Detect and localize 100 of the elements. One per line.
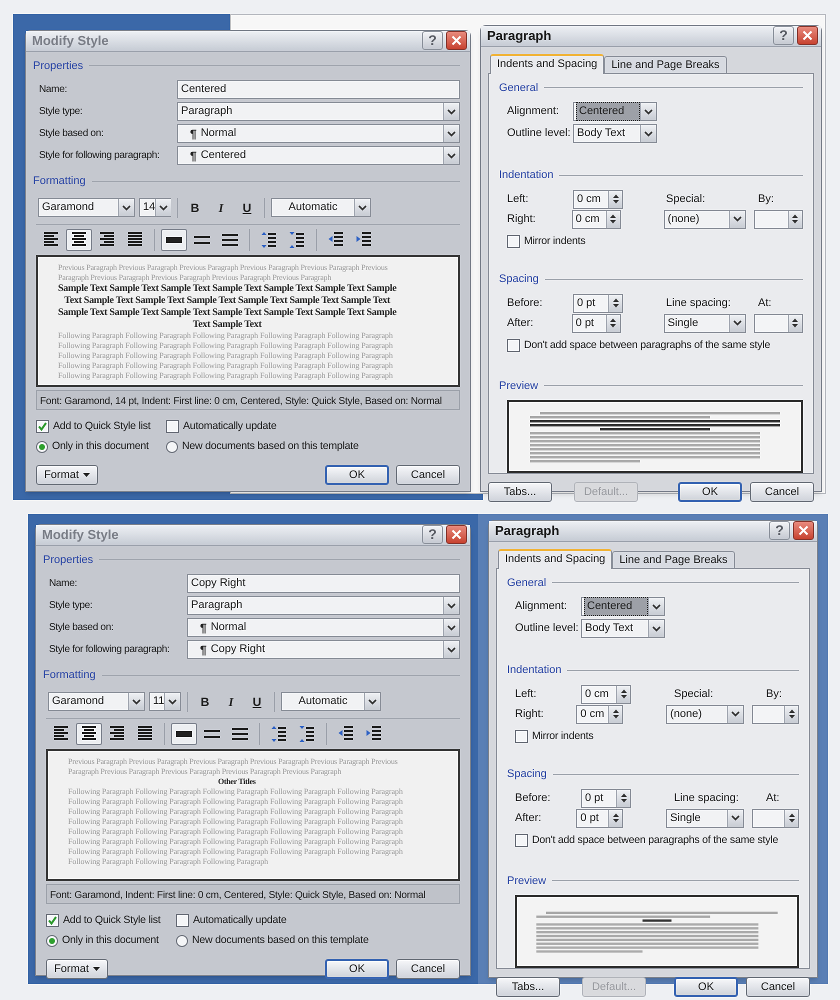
font-size-dropdown[interactable]: 11 — [149, 692, 181, 711]
alignment-dropdown[interactable]: Centered — [581, 597, 665, 616]
left-indent-spinner[interactable]: 0 cm — [581, 684, 631, 704]
special-dropdown[interactable]: (none) — [664, 210, 746, 228]
outline-level-dropdown[interactable]: Body Text — [581, 619, 665, 638]
close-button[interactable] — [793, 521, 814, 540]
cancel-button[interactable]: Cancel — [396, 465, 460, 485]
align-center-button[interactable] — [76, 722, 102, 744]
name-field[interactable]: Copy Right — [187, 574, 460, 593]
ok-button[interactable]: OK — [325, 465, 389, 485]
close-icon — [451, 35, 462, 46]
checkbox[interactable] — [176, 914, 189, 927]
close-button[interactable] — [446, 525, 467, 544]
chevron-down-icon — [447, 624, 456, 630]
single-spacing-button[interactable] — [171, 722, 197, 744]
bold-button[interactable]: B — [184, 198, 206, 218]
check-icon — [48, 916, 57, 925]
decrease-spacing-icon — [289, 230, 305, 248]
checkbox[interactable] — [515, 834, 528, 848]
style-dropdown[interactable]: ¶ Normal — [187, 618, 460, 637]
font-size-dropdown[interactable]: 14 — [139, 198, 171, 217]
checkbox[interactable] — [36, 420, 49, 433]
field-label: Special: — [666, 192, 706, 207]
italic-button[interactable]: I — [210, 198, 232, 218]
close-button[interactable] — [797, 26, 818, 46]
bold-button[interactable]: B — [194, 692, 216, 712]
sample-text: Sample Text Sample Text Sample Text Sample Text Sample Text Sample Text Sample Text Sample Text Sample Text Sample Text Sample Text Sample Text Sample Text Sample Text Sample Text Sample Text Sample Text Sample Text Sample Text Sample Text Sample Text — [58, 282, 396, 330]
close-button[interactable] — [446, 31, 467, 50]
radio-button[interactable] — [46, 935, 58, 948]
font-color-dropdown[interactable]: Automatic — [271, 198, 371, 217]
font-color-dropdown[interactable]: Automatic — [281, 692, 381, 711]
font-dropdown[interactable]: Garamond — [38, 198, 135, 217]
alignment-dropdown[interactable]: Centered — [573, 102, 657, 121]
special-dropdown[interactable]: (none) — [666, 704, 744, 724]
checkbox[interactable] — [46, 914, 59, 927]
field-label: Alignment: — [514, 599, 568, 614]
style-dropdown[interactable]: ¶ Centered — [177, 146, 460, 165]
name-field[interactable]: Centered — [177, 80, 460, 99]
checkbox[interactable] — [507, 339, 520, 352]
style-dropdown[interactable]: ¶ Copy Right — [187, 640, 460, 659]
left-indent-spinner[interactable]: 0 cm — [573, 190, 623, 208]
help-button[interactable]: ? — [769, 521, 790, 540]
chevron-down-icon — [644, 108, 653, 114]
field-label: Outline level: — [514, 621, 580, 636]
at-spinner[interactable] — [752, 808, 799, 828]
ok-button[interactable]: OK — [674, 977, 738, 997]
checkbox[interactable] — [515, 730, 528, 743]
window-title: Paragraph — [495, 522, 560, 540]
tab[interactable]: Line and Page Breaks — [612, 550, 735, 568]
right-indent-spinner[interactable]: 0 cm — [572, 210, 621, 228]
radio-button[interactable] — [166, 441, 178, 454]
line-spacing-dropdown[interactable]: Single — [664, 314, 746, 333]
line-spacing-dropdown[interactable]: Single — [666, 808, 744, 828]
radio-button[interactable] — [176, 935, 188, 948]
spacing-before-spinner[interactable]: 0 pt — [581, 788, 631, 808]
by-spinner[interactable] — [754, 210, 803, 228]
checkbox[interactable] — [507, 234, 520, 248]
single-spacing-button[interactable] — [161, 228, 187, 250]
checkbox[interactable] — [166, 420, 179, 433]
help-button[interactable]: ? — [422, 525, 443, 544]
align-center-button[interactable] — [66, 228, 92, 250]
format-button[interactable]: Format — [36, 465, 98, 485]
help-button[interactable]: ? — [773, 26, 794, 46]
tabs-button[interactable]: Tabs... — [496, 977, 560, 997]
tab[interactable]: Indents and Spacing — [498, 548, 612, 568]
radio-button[interactable] — [36, 441, 48, 454]
cancel-button[interactable]: Cancel — [396, 959, 460, 979]
field-label: Style type: — [39, 105, 82, 119]
help-button[interactable]: ? — [422, 31, 443, 50]
font-dropdown[interactable]: Garamond — [48, 692, 145, 711]
outline-level-dropdown[interactable]: Body Text — [573, 124, 657, 143]
dropdown-value: Body Text — [584, 621, 634, 636]
spacing-before-spinner[interactable]: 0 pt — [573, 294, 623, 313]
spacing-after-spinner[interactable]: 0 pt — [576, 808, 624, 828]
tab[interactable]: Indents and Spacing — [490, 54, 604, 74]
chevron-down-icon — [368, 698, 377, 704]
style-dropdown[interactable]: ¶ Normal — [177, 124, 460, 143]
right-indent-spinner[interactable]: 0 cm — [576, 704, 624, 724]
format-button[interactable]: Format — [46, 959, 108, 979]
cancel-button[interactable]: Cancel — [746, 977, 810, 997]
by-spinner[interactable] — [752, 704, 799, 724]
style-type-dropdown[interactable]: Paragraph — [177, 102, 460, 121]
italic-button[interactable]: I — [220, 692, 242, 712]
dropdown-value: Paragraph — [180, 104, 234, 120]
spacing-after-spinner[interactable]: 0 pt — [572, 314, 621, 333]
spinner-value: 0 pt — [584, 791, 604, 806]
tabs-button[interactable]: Tabs... — [488, 482, 552, 502]
underline-button[interactable]: U — [236, 198, 258, 218]
section-heading: Formatting — [33, 174, 86, 189]
cancel-button[interactable]: Cancel — [750, 482, 814, 502]
ok-button[interactable]: OK — [678, 482, 742, 502]
ok-button[interactable]: OK — [325, 959, 389, 979]
field-label: Style for following paragraph: — [39, 149, 160, 163]
style-type-dropdown[interactable]: Paragraph — [187, 596, 460, 615]
underline-button[interactable]: U — [246, 692, 268, 712]
field-label: Before: — [514, 791, 552, 806]
at-spinner[interactable] — [754, 314, 803, 333]
align-center-icon — [81, 724, 97, 742]
tab[interactable]: Line and Page Breaks — [604, 56, 727, 72]
spin-arrows-icon — [612, 708, 620, 720]
